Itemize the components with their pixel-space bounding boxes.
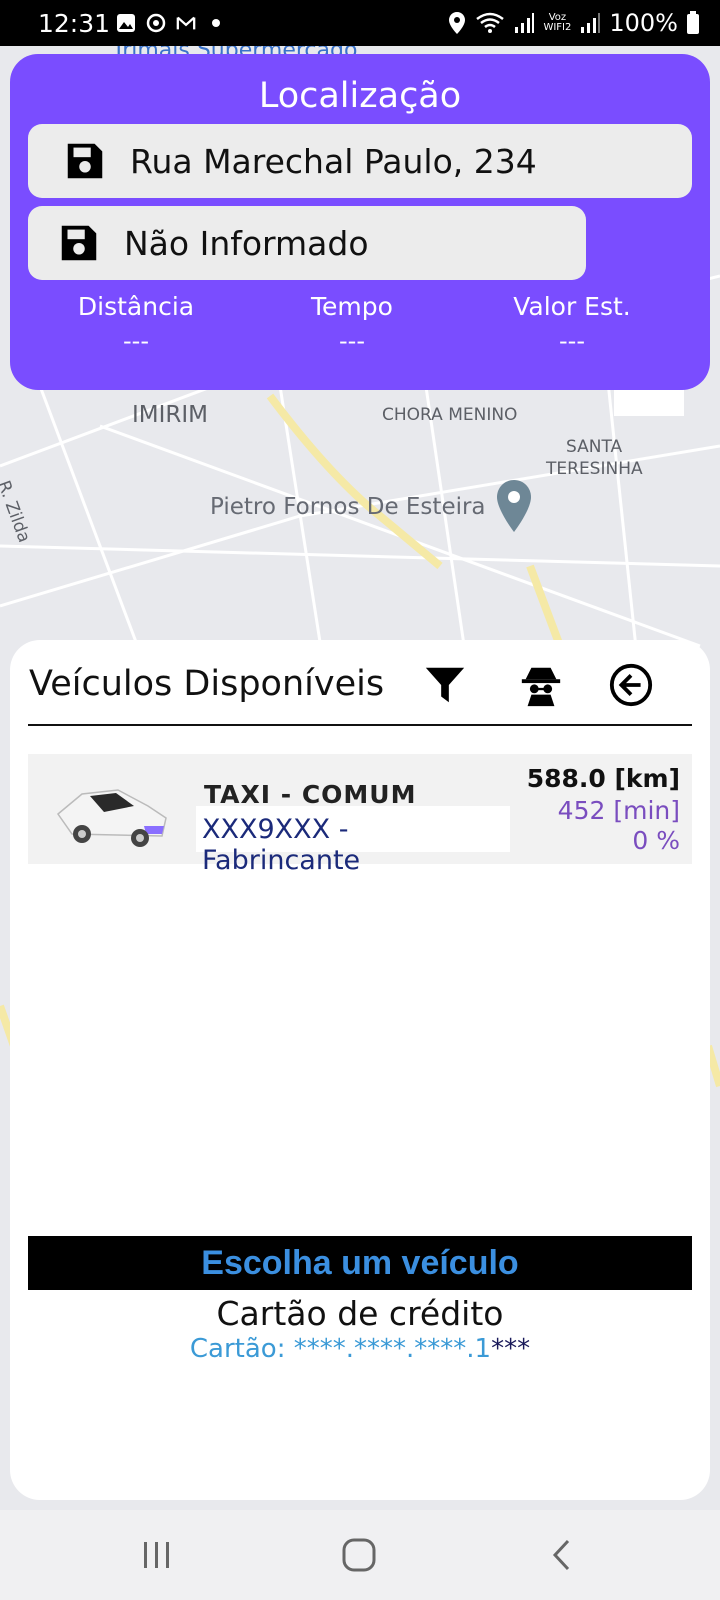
battery-icon (687, 11, 699, 34)
filter-icon[interactable] (422, 662, 468, 708)
card-number-suffix: *** (491, 1334, 531, 1364)
distance-label: Distância (77, 292, 195, 321)
divider (28, 724, 692, 726)
location-title: Localização (258, 76, 462, 116)
battery-percent: 100% (609, 9, 678, 37)
gmail-icon (176, 16, 196, 30)
time-value: --- (339, 327, 365, 355)
vehicle-percent: 0 % (632, 826, 680, 855)
location-card: Localização Rua Marechal Paulo, 234 Não … (10, 54, 710, 390)
distance-stat: Distância --- (36, 292, 236, 355)
time-stat: Tempo --- (252, 292, 452, 355)
incognito-icon[interactable] (518, 662, 564, 708)
save-icon[interactable] (62, 138, 108, 184)
card-number: Cartão: ****.****.****.1*** (10, 1334, 710, 1364)
sync-icon (146, 13, 166, 33)
vehicle-plate-box: XXX9XXX - Fabrincante (196, 806, 510, 876)
price-stat: Valor Est. --- (472, 292, 672, 355)
choose-vehicle-label: Escolha um veículo (201, 1244, 519, 1282)
origin-field[interactable]: Rua Marechal Paulo, 234 (28, 124, 692, 198)
dot-icon (212, 19, 220, 27)
car-icon (56, 789, 167, 847)
map-area-label: CHORA MENINO (382, 405, 518, 425)
vehicle-time: 452 [min] (557, 796, 680, 825)
map-area-label: IMIRIM (132, 402, 209, 428)
recents-icon[interactable] (134, 1532, 180, 1578)
payment-method[interactable]: Cartão de crédito (10, 1294, 710, 1333)
map-area-label: TERESINHA (546, 459, 643, 479)
time-label: Tempo (311, 292, 393, 321)
destination-address: Não Informado (124, 223, 369, 263)
signal-icon (515, 13, 535, 33)
back-icon[interactable] (540, 1532, 586, 1578)
map-pin-icon[interactable] (494, 478, 534, 534)
signal-icon (581, 13, 601, 33)
status-bar: 12:31 Voz WIFI2 100% (0, 0, 720, 46)
price-label: Valor Est. (513, 292, 631, 321)
gallery-icon (117, 14, 135, 32)
home-icon[interactable] (336, 1532, 382, 1578)
notification-icons (116, 13, 226, 33)
wifi-icon (476, 12, 505, 33)
map-area-label: SANTA (566, 437, 623, 457)
destination-field[interactable]: Não Informado (28, 206, 586, 280)
voz-wifi-label: Voz WIFI2 (543, 12, 572, 33)
choose-vehicle-button[interactable]: Escolha um veículo (28, 1236, 692, 1290)
location-icon (449, 12, 466, 34)
vehicles-title: Veículos Disponíveis (29, 664, 385, 704)
vehicle-distance: 588.0 [km] (526, 764, 680, 793)
origin-address: Rua Marechal Paulo, 234 (130, 141, 537, 181)
card-number-prefix: Cartão: ****.****.****.1 (189, 1334, 492, 1364)
vehicle-card[interactable]: TAXI - COMUM XXX9XXX - Fabrincante 588.0… (28, 754, 692, 876)
vehicles-sheet: Veículos Disponíveis TAXI - COMUM XXX9XX… (10, 640, 710, 1500)
status-time: 12:31 (38, 9, 111, 38)
map-poi-label: Pietro Fornos De Esteira (210, 494, 486, 520)
price-value: --- (559, 327, 585, 355)
navigation-bar (0, 1510, 720, 1600)
vehicle-category: TAXI - COMUM (204, 780, 417, 809)
system-icons: Voz WIFI2 100% (447, 9, 700, 37)
save-icon[interactable] (56, 220, 102, 266)
back-circle-icon[interactable] (608, 662, 654, 708)
distance-value: --- (123, 327, 149, 355)
vehicle-plate: XXX9XXX - Fabrincante (202, 814, 361, 876)
